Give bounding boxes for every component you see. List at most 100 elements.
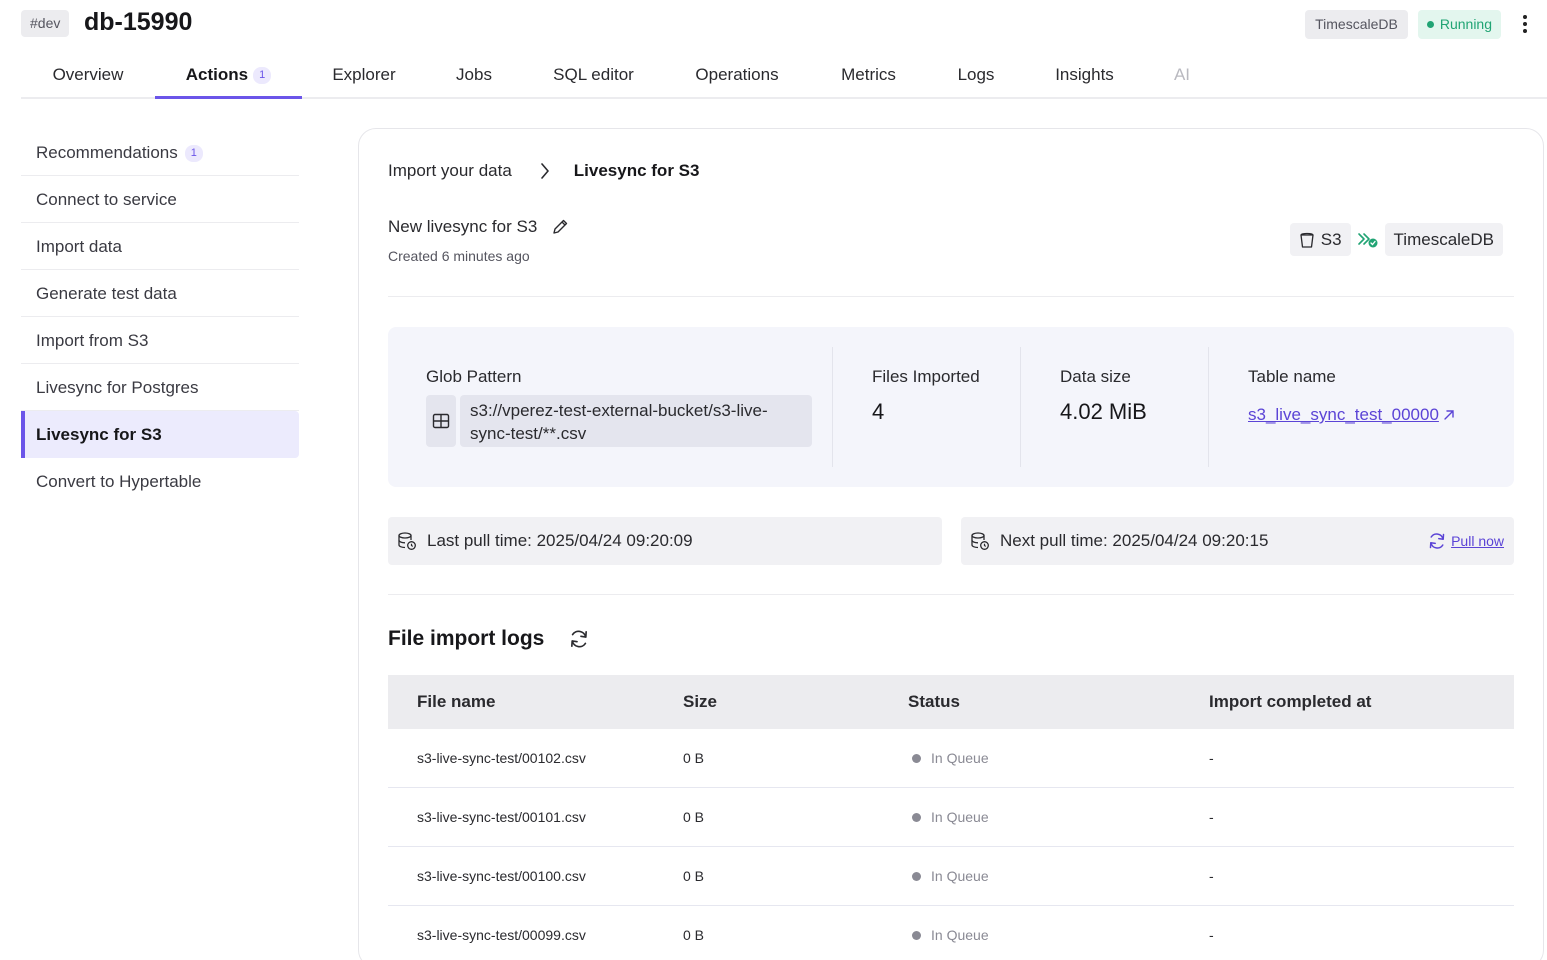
sidebar-item-import-s3[interactable]: Import from S3 (21, 317, 299, 364)
glob-pattern-value: s3://vperez-test-external-bucket/s3-live… (460, 395, 812, 447)
sidebar-item-import-data[interactable]: Import data (21, 223, 299, 270)
refresh-icon[interactable] (568, 628, 590, 650)
sync-arrow-icon (1357, 231, 1379, 249)
pull-now-button[interactable]: Pull now (1427, 531, 1504, 551)
tab-overview[interactable]: Overview (50, 52, 126, 99)
livesync-name: New livesync for S3 (388, 217, 538, 236)
divider (388, 594, 1514, 595)
sync-stats-panel: Glob Pattern s3://vperez-test-external-b… (388, 327, 1514, 487)
completed-cell: - (1209, 750, 1214, 766)
data-size-stat: Data size 4.02 MiB (1020, 347, 1208, 467)
table-name-label: Table name (1248, 367, 1336, 386)
livesync-card: Import your data Livesync for S3 New liv… (358, 128, 1544, 960)
tab-insights[interactable]: Insights (1053, 52, 1116, 99)
status-cell: In Queue (912, 788, 989, 846)
last-pull-time: Last pull time: 2025/04/24 09:20:09 (427, 531, 693, 550)
status-cell: In Queue (912, 847, 989, 905)
files-imported-stat: Files Imported 4 (832, 347, 1020, 467)
file-import-logs-table: File name Size Status Import completed a… (388, 675, 1514, 960)
pencil-icon[interactable] (551, 218, 569, 236)
chevron-right-icon (540, 163, 550, 179)
sidebar-item-connect[interactable]: Connect to service (21, 176, 299, 223)
status-dot-icon (1426, 20, 1434, 28)
sidebar-item-recommendations[interactable]: Recommendations 1 (21, 129, 299, 176)
file-name-cell: s3-live-sync-test/00099.csv (417, 927, 586, 943)
sidebar-item-livesync-s3[interactable]: Livesync for S3 (21, 411, 299, 458)
file-import-logs-heading: File import logs (388, 627, 590, 651)
tab-logs[interactable]: Logs (956, 52, 996, 99)
size-cell: 0 B (683, 750, 705, 766)
table-row: s3-live-sync-test/00101.csv 0 B In Queue… (388, 788, 1514, 847)
divider (388, 296, 1514, 297)
file-name-cell: s3-live-sync-test/00101.csv (417, 809, 586, 825)
database-clock-icon (398, 532, 416, 550)
service-tabs: Overview Actions 1 Explorer Jobs SQL edit… (21, 52, 1547, 99)
header-actions: TimescaleDB Running (1305, 9, 1547, 39)
file-name-cell: s3-live-sync-test/00102.csv (417, 750, 586, 766)
target-label: TimescaleDB (1393, 230, 1494, 249)
size-cell: 0 B (683, 809, 705, 825)
sidebar-item-hypertable[interactable]: Convert to Hypertable (21, 458, 299, 505)
next-pull-time: Next pull time: 2025/04/24 09:20:15 (1000, 531, 1269, 550)
engine-badge: TimescaleDB (1305, 9, 1408, 39)
status-dot-icon (912, 812, 921, 822)
breadcrumb-parent[interactable]: Import your data (388, 161, 512, 181)
table-name-link[interactable]: s3_live_sync_test_00000 (1248, 405, 1456, 425)
last-pull-box: Last pull time: 2025/04/24 09:20:09 (388, 517, 942, 565)
completed-cell: - (1209, 868, 1214, 884)
refresh-icon (1429, 533, 1445, 549)
table-row: s3-live-sync-test/00100.csv 0 B In Queue… (388, 847, 1514, 906)
status-dot-icon (912, 871, 921, 881)
completed-cell: - (1209, 927, 1214, 943)
env-tag: #dev (21, 10, 70, 37)
glob-pattern-label: Glob Pattern (426, 367, 522, 386)
column-header-size[interactable]: Size (683, 675, 717, 729)
table-row: s3-live-sync-test/00102.csv 0 B In Queue… (388, 729, 1514, 788)
completed-cell: - (1209, 809, 1214, 825)
tab-metrics[interactable]: Metrics (838, 52, 899, 99)
column-header-completed[interactable]: Import completed at (1209, 675, 1371, 729)
file-name-cell: s3-live-sync-test/00100.csv (417, 868, 586, 884)
files-imported-value: 4 (872, 399, 885, 424)
recommendations-count-badge: 1 (184, 145, 203, 162)
tab-actions[interactable]: Actions 1 (155, 52, 302, 99)
column-header-status[interactable]: Status (908, 675, 960, 729)
service-name: db-15990 (84, 8, 193, 36)
tab-sql-editor[interactable]: SQL editor (551, 52, 636, 99)
status-label: Running (1439, 15, 1492, 32)
sidebar-item-generate-test-data[interactable]: Generate test data (21, 270, 299, 317)
sync-route: S3 TimescaleDB (1289, 223, 1503, 256)
files-imported-label: Files Imported (872, 367, 980, 386)
created-time: Created 6 minutes ago (388, 248, 530, 264)
status-cell: In Queue (912, 906, 989, 960)
actions-sidebar: Recommendations 1 Connect to service Impo… (21, 129, 299, 505)
external-link-icon (1444, 410, 1454, 420)
service-header: #dev db-15990 TimescaleDB Running (21, 0, 1547, 48)
livesync-title: New livesync for S3 (388, 217, 569, 237)
target-chip: TimescaleDB (1384, 223, 1503, 256)
data-size-value: 4.02 MiB (1060, 399, 1147, 424)
database-clock-icon (971, 532, 989, 550)
column-header-file-name[interactable]: File name (417, 675, 495, 729)
tab-jobs[interactable]: Jobs (454, 52, 494, 99)
breadcrumb-current: Livesync for S3 (573, 161, 700, 180)
data-size-label: Data size (1060, 367, 1131, 386)
tab-operations[interactable]: Operations (693, 52, 781, 99)
size-cell: 0 B (683, 927, 705, 943)
table-row: s3-live-sync-test/00099.csv 0 B In Queue… (388, 906, 1514, 960)
status-badge: Running (1417, 9, 1501, 39)
tab-explorer[interactable]: Explorer (330, 52, 398, 99)
next-pull-box: Next pull time: 2025/04/24 09:20:15 Pull… (961, 517, 1514, 565)
source-chip: S3 (1289, 223, 1351, 256)
status-dot-icon (912, 753, 921, 763)
status-cell: In Queue (912, 729, 989, 787)
kebab-icon[interactable] (1515, 9, 1535, 39)
table-name-stat: Table name s3_live_sync_test_00000 (1208, 347, 1514, 467)
table-header: File name Size Status Import completed a… (388, 675, 1514, 729)
bucket-icon (1300, 232, 1314, 248)
sidebar-item-livesync-postgres[interactable]: Livesync for Postgres (21, 364, 299, 411)
table-grid-icon (426, 395, 456, 447)
glob-pattern-field: s3://vperez-test-external-bucket/s3-live… (426, 395, 812, 447)
actions-count-badge: 1 (253, 67, 272, 84)
size-cell: 0 B (683, 868, 705, 884)
